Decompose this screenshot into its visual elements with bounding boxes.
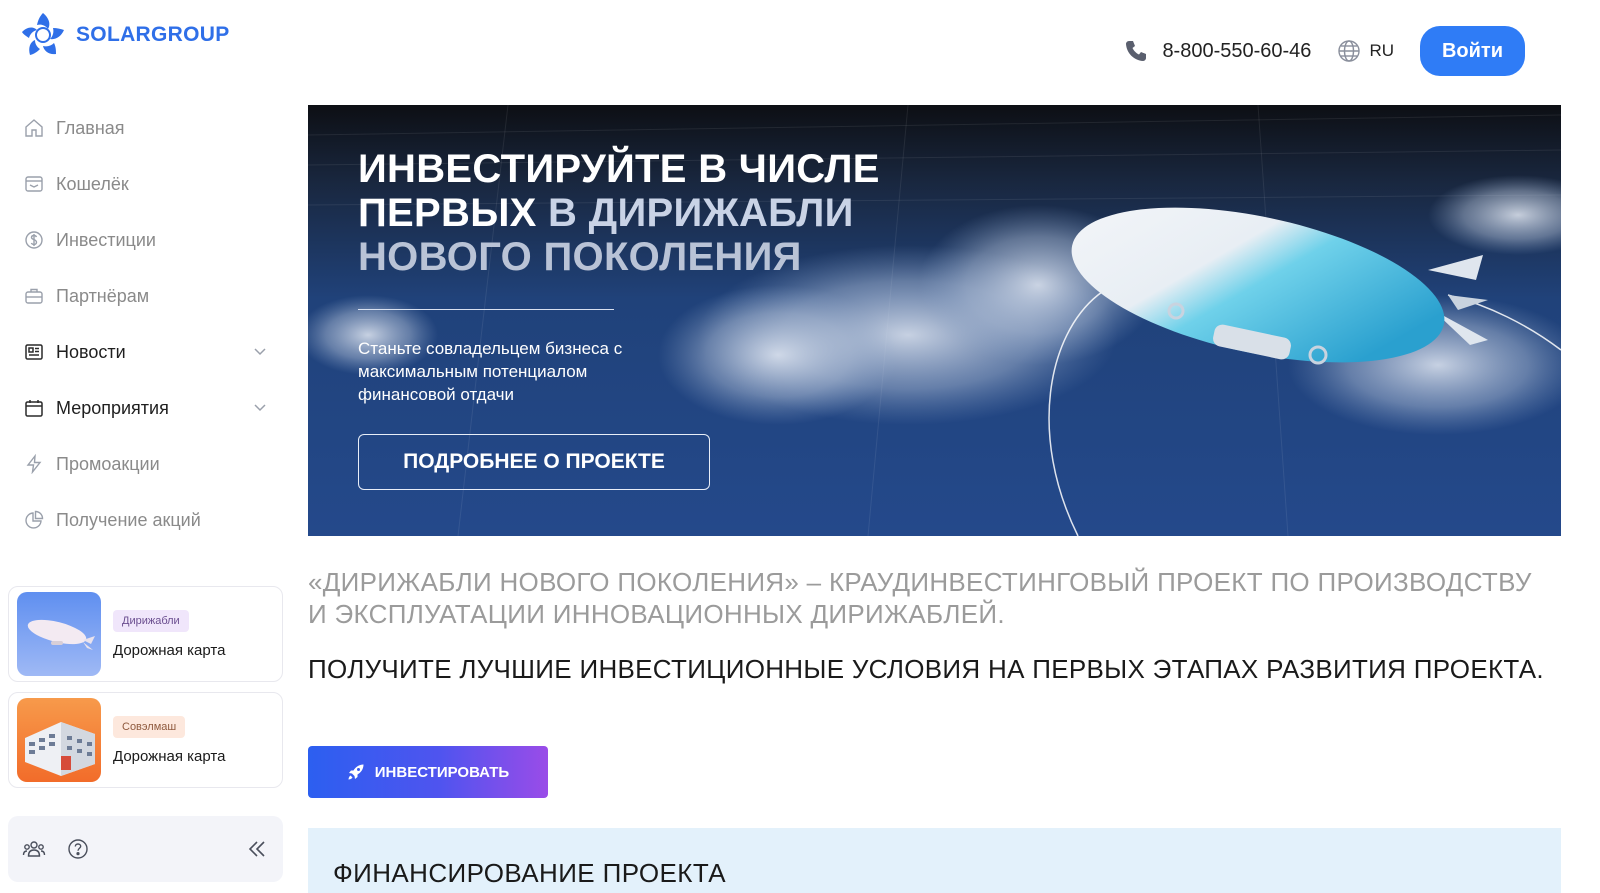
lightning-icon <box>24 454 44 474</box>
hero-banner: ИНВЕСТИРУЙТЕ В ЧИСЛЕ ПЕРВЫХ В ДИРИЖАБЛИ … <box>308 105 1561 536</box>
calendar-icon <box>24 398 44 418</box>
sidebar-item-label: Получение акций <box>56 509 201 530</box>
sidebar-item-label: Инвестиции <box>56 229 156 250</box>
sidebar-item-home[interactable]: Главная <box>0 100 285 156</box>
conditions-heading: ПОЛУЧИТЕ ЛУЧШИЕ ИНВЕСТИЦИОННЫЕ УСЛОВИЯ Н… <box>308 654 1544 684</box>
wallet-icon <box>24 174 44 194</box>
hero-title-line-2a: ПЕРВЫХ <box>358 191 537 235</box>
factory-thumbnail <box>17 698 101 782</box>
hero-divider <box>358 309 614 310</box>
chevron-down-icon <box>254 348 266 356</box>
hero-title-line-3: НОВОГО ПОКОЛЕНИЯ <box>358 235 802 279</box>
community-icon[interactable] <box>22 837 46 861</box>
sidebar-item-label: Кошелёк <box>56 173 129 194</box>
airship-thumbnail <box>17 592 101 676</box>
card-tag: Дирижабли <box>113 609 189 632</box>
phone-link[interactable]: 8-800-550-60-46 <box>1124 39 1311 63</box>
sidebar-item-label: Партнёрам <box>56 285 150 306</box>
logo[interactable]: SOLARGROUP <box>18 10 230 60</box>
sidebar-item-wallet[interactable]: Кошелёк <box>0 156 285 212</box>
card-tag: Совэлмаш <box>113 715 186 738</box>
chevron-down-icon <box>254 404 266 412</box>
language-code: RU <box>1369 41 1394 60</box>
hero-subtitle: Станьте совладельцем бизнеса с максималь… <box>358 339 623 404</box>
sidebar-nav: Главная Кошелёк Инвестиции Партнёрам Нов… <box>0 100 285 548</box>
funding-section: ФИНАНСИРОВАНИЕ ПРОЕКТА <box>308 828 1561 893</box>
login-button[interactable]: Войти <box>1420 26 1525 76</box>
solargroup-logo-icon <box>22 13 64 55</box>
project-lead-text: «ДИРИЖАБЛИ НОВОГО ПОКОЛЕНИЯ» – КРАУДИНВЕ… <box>308 567 1532 629</box>
top-bar: 8-800-550-60-46 RU Войти <box>1124 26 1525 76</box>
hero-title: ИНВЕСТИРУЙТЕ В ЧИСЛЕ ПЕРВЫХ В ДИРИЖАБЛИ … <box>358 147 880 279</box>
collapse-sidebar-icon[interactable] <box>245 837 269 861</box>
language-selector[interactable]: RU <box>1337 39 1394 63</box>
brand-name: SOLARGROUP <box>76 23 230 46</box>
sidebar-item-label: Главная <box>56 117 125 138</box>
dollar-coin-icon <box>24 230 44 250</box>
sidebar-item-partners[interactable]: Партнёрам <box>0 268 285 324</box>
pie-chart-icon <box>24 510 44 530</box>
sidebar-footer <box>8 816 283 882</box>
phone-number: 8-800-550-60-46 <box>1162 39 1312 62</box>
sidebar-item-news[interactable]: Новости <box>0 324 285 380</box>
briefcase-icon <box>24 286 44 306</box>
home-icon <box>24 118 44 138</box>
invest-button[interactable]: ИНВЕСТИРОВАТЬ <box>308 746 548 798</box>
globe-icon <box>1338 40 1361 62</box>
sidebar-item-events[interactable]: Мероприятия <box>0 380 285 436</box>
help-icon[interactable] <box>66 837 90 861</box>
sidebar-item-shares[interactable]: Получение акций <box>0 492 285 548</box>
sidebar-item-promotions[interactable]: Промоакции <box>0 436 285 492</box>
hero-title-line-1: ИНВЕСТИРУЙТЕ В ЧИСЛЕ <box>358 147 880 191</box>
roadmap-card-airships[interactable]: Дирижабли Дорожная карта <box>8 586 283 682</box>
sidebar-item-label: Мероприятия <box>56 397 169 418</box>
roadmap-card-sovelmash[interactable]: Совэлмаш Дорожная карта <box>8 692 283 788</box>
phone-icon <box>1126 41 1147 61</box>
sidebar-item-label: Промоакции <box>56 453 160 474</box>
sidebar-item-investments[interactable]: Инвестиции <box>0 212 285 268</box>
newspaper-icon <box>24 342 44 362</box>
hero-title-line-2b: В ДИРИЖАБЛИ <box>536 191 854 235</box>
invest-button-label: ИНВЕСТИРОВАТЬ <box>374 763 510 781</box>
card-title: Дорожная карта <box>113 747 226 765</box>
project-details-button[interactable]: ПОДРОБНЕЕ О ПРОЕКТЕ <box>358 434 710 490</box>
funding-title: ФИНАНСИРОВАНИЕ ПРОЕКТА <box>333 858 726 888</box>
rocket-icon <box>348 764 364 780</box>
card-title: Дорожная карта <box>113 641 226 659</box>
sidebar-item-label: Новости <box>56 341 126 362</box>
